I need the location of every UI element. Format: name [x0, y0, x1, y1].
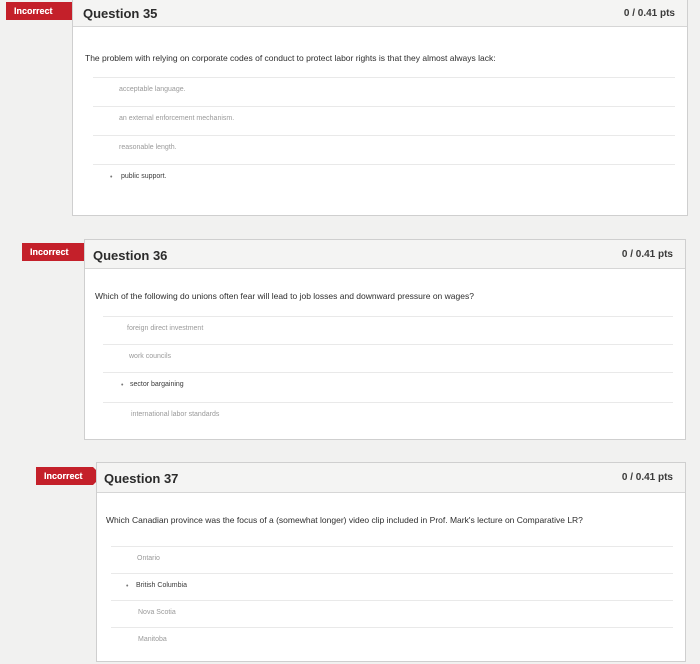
- incorrect-badge: Incorrect: [6, 2, 82, 20]
- answer-label: an external enforcement mechanism.: [119, 115, 235, 122]
- answer-label: foreign direct investment: [127, 325, 204, 332]
- answer-label: acceptable language.: [119, 86, 186, 93]
- answer-option[interactable]: Manitoba: [111, 627, 673, 656]
- incorrect-badge: Incorrect: [36, 467, 102, 485]
- question-title: Question 35: [83, 6, 158, 21]
- answer-label: reasonable length.: [119, 144, 177, 151]
- question-prompt: Which Canadian province was the focus of…: [106, 515, 583, 525]
- question-points: 0 / 0.41 pts: [623, 8, 675, 19]
- answer-option[interactable]: work councils: [103, 344, 673, 373]
- answer-label: Nova Scotia: [138, 609, 176, 616]
- question-card-35: Question 35 0 / 0.41 pts The problem wit…: [72, 0, 688, 216]
- answer-option[interactable]: foreign direct investment: [103, 316, 673, 345]
- answer-label: public support.: [121, 173, 167, 180]
- selected-marker-icon: •: [121, 382, 124, 389]
- answer-option[interactable]: international labor standards: [103, 402, 673, 431]
- answer-label: Manitoba: [138, 636, 167, 643]
- question-header: Question 35 0 / 0.41 pts: [73, 0, 687, 27]
- answer-option[interactable]: acceptable language.: [93, 77, 675, 106]
- question-prompt: The problem with relying on corporate co…: [85, 53, 496, 63]
- question-prompt: Which of the following do unions often f…: [95, 291, 474, 301]
- question-card-37: Question 37 0 / 0.41 pts Which Canadian …: [96, 462, 686, 662]
- question-title: Question 36: [93, 248, 168, 263]
- question-header: Question 36 0 / 0.41 pts: [85, 240, 685, 269]
- answer-option-selected[interactable]: • sector bargaining: [103, 372, 673, 401]
- selected-marker-icon: •: [126, 583, 129, 590]
- question-card-36: Question 36 0 / 0.41 pts Which of the fo…: [84, 239, 686, 440]
- answer-option[interactable]: Ontario: [111, 546, 673, 575]
- answer-label: British Columbia: [136, 582, 187, 589]
- question-title: Question 37: [104, 471, 179, 486]
- answer-label: international labor standards: [131, 411, 220, 418]
- selected-marker-icon: •: [110, 174, 113, 181]
- answer-label: sector bargaining: [130, 381, 184, 388]
- answer-option[interactable]: reasonable length.: [93, 135, 675, 164]
- question-points: 0 / 0.41 pts: [621, 472, 673, 483]
- question-header: Question 37 0 / 0.41 pts: [97, 463, 685, 493]
- answer-label: work councils: [129, 353, 172, 360]
- answer-option[interactable]: an external enforcement mechanism.: [93, 106, 675, 135]
- answer-option-selected[interactable]: • public support.: [93, 164, 675, 193]
- question-points: 0 / 0.41 pts: [621, 249, 673, 260]
- answer-label: Ontario: [137, 555, 160, 562]
- answer-option[interactable]: Nova Scotia: [111, 600, 673, 629]
- answer-option-selected[interactable]: • British Columbia: [111, 573, 673, 602]
